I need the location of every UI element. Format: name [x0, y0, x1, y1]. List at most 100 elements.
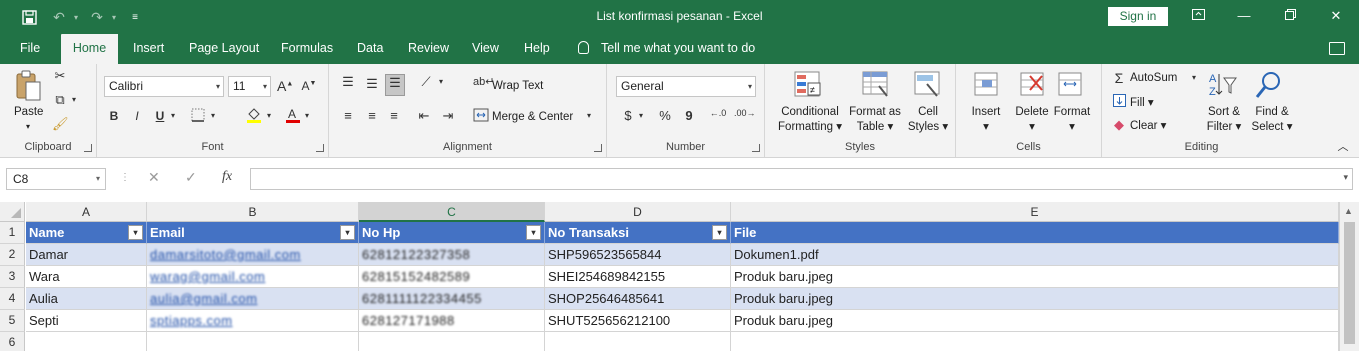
table-header-no-hp[interactable]: No Hp ▾ — [359, 222, 545, 244]
cut-icon[interactable]: ✂ — [52, 68, 68, 84]
tab-page-layout[interactable]: Page Layout — [189, 34, 259, 64]
font-color-dropdown-icon[interactable]: ▾ — [303, 111, 311, 120]
decrease-indent-icon[interactable]: ⇤ — [415, 108, 433, 124]
tab-file[interactable]: File — [20, 34, 40, 64]
top-align-icon[interactable]: ☰ — [339, 74, 357, 90]
middle-align-icon[interactable]: ☰ — [363, 76, 381, 92]
shrink-font-button[interactable]: A▼ — [301, 79, 317, 93]
tab-home[interactable]: Home — [61, 34, 118, 64]
email-link[interactable]: aulia@gmail.com — [147, 288, 359, 310]
name-box[interactable]: C8 ▾ — [6, 168, 106, 190]
filter-dropdown-icon[interactable]: ▾ — [712, 225, 727, 240]
format-cells-button[interactable]: Format ▾ — [1048, 105, 1096, 135]
row-header-5[interactable]: 5 — [0, 310, 25, 332]
sort-filter-button[interactable]: Sort & Filter ▾ — [1198, 105, 1250, 135]
filter-dropdown-icon[interactable]: ▾ — [128, 225, 143, 240]
merge-dropdown-icon[interactable]: ▾ — [585, 111, 593, 120]
format-painter-icon[interactable]: 🖌 — [52, 116, 69, 132]
comments-icon[interactable] — [1329, 42, 1345, 55]
paste-button[interactable]: Paste — [14, 106, 43, 118]
borders-dropdown-icon[interactable]: ▾ — [209, 111, 217, 120]
autosum-dropdown-icon[interactable]: ▾ — [1190, 73, 1198, 82]
tab-insert[interactable]: Insert — [133, 34, 164, 64]
table-cell[interactable] — [147, 332, 359, 351]
scrollbar-thumb[interactable] — [1344, 222, 1355, 344]
underline-dropdown-icon[interactable]: ▾ — [169, 111, 177, 120]
insert-cells-button[interactable]: Insert ▾ — [962, 105, 1010, 135]
table-cell[interactable]: Septi — [26, 310, 147, 332]
find-select-button[interactable]: Find & Select ▾ — [1246, 105, 1298, 135]
table-cell[interactable]: Produk baru.jpeg — [731, 288, 1339, 310]
row-header-3[interactable]: 3 — [0, 266, 25, 288]
tell-me-search[interactable]: Tell me what you want to do — [578, 34, 755, 64]
currency-dropdown-icon[interactable]: ▾ — [637, 111, 645, 120]
insert-function-icon[interactable]: fx — [222, 169, 232, 185]
table-cell[interactable]: Produk baru.jpeg — [731, 310, 1339, 332]
row-header-2[interactable]: 2 — [0, 244, 25, 266]
tab-formulas[interactable]: Formulas — [281, 34, 333, 64]
table-cell[interactable]: SHOP25646485641 — [545, 288, 731, 310]
column-header-b[interactable]: B — [147, 202, 359, 222]
table-cell[interactable]: 62812122327358 — [359, 244, 545, 266]
conditional-formatting-button[interactable]: Conditional Formatting ▾ — [773, 105, 847, 135]
table-cell[interactable] — [545, 332, 731, 351]
restore-icon[interactable] — [1267, 4, 1313, 28]
ribbon-display-options-icon[interactable] — [1175, 4, 1221, 28]
table-cell[interactable] — [26, 332, 147, 351]
tab-help[interactable]: Help — [524, 34, 550, 64]
bold-button[interactable]: B — [107, 109, 121, 123]
collapse-ribbon-icon[interactable]: ︿ — [1336, 138, 1350, 154]
merge-center-button[interactable]: Merge & Center — [492, 111, 573, 123]
table-cell[interactable]: Dokumen1.pdf — [731, 244, 1339, 266]
align-center-icon[interactable]: ≡ — [363, 108, 381, 123]
column-header-a[interactable]: A — [26, 202, 147, 222]
table-cell[interactable] — [731, 332, 1339, 351]
table-cell[interactable]: SHEI254689842155 — [545, 266, 731, 288]
table-cell[interactable]: Damar — [26, 244, 147, 266]
italic-button[interactable]: I — [130, 109, 144, 123]
font-name-select[interactable]: Calibri ▾ — [104, 76, 224, 97]
row-header-6[interactable]: 6 — [0, 332, 25, 351]
decrease-decimal-icon[interactable]: .00→ — [734, 108, 756, 118]
email-link[interactable]: damarsitoto@gmail.com — [147, 244, 359, 266]
wrap-text-button[interactable]: Wrap Text — [492, 80, 543, 92]
table-cell[interactable]: 6281111122334455 — [359, 288, 545, 310]
alignment-launcher-icon[interactable] — [594, 144, 602, 152]
table-cell[interactable]: SHP596523565844 — [545, 244, 731, 266]
formula-input[interactable]: ▾ — [250, 168, 1353, 190]
orientation-dropdown-icon[interactable]: ▾ — [437, 77, 445, 86]
vertical-scrollbar[interactable]: ▲ — [1339, 202, 1359, 351]
font-color-icon[interactable]: A — [284, 106, 302, 127]
close-icon[interactable]: ✕ — [1313, 4, 1359, 28]
enter-icon[interactable]: ✓ — [185, 169, 197, 186]
table-header-email[interactable]: Email ▾ — [147, 222, 359, 244]
email-text[interactable]: damarsitoto@gmail.com — [150, 247, 301, 262]
email-link[interactable]: warag@gmail.com — [147, 266, 359, 288]
number-format-select[interactable]: General ▾ — [616, 76, 756, 97]
column-header-e[interactable]: E — [731, 202, 1339, 222]
column-header-c[interactable]: C — [359, 202, 545, 222]
copy-icon[interactable]: ⧉ — [52, 92, 68, 108]
copy-dropdown-icon[interactable]: ▾ — [70, 95, 78, 104]
orientation-icon[interactable]: ⟋ — [417, 74, 435, 90]
autosum-button[interactable]: AutoSum — [1130, 72, 1177, 84]
cancel-icon[interactable]: ✕ — [148, 169, 160, 186]
number-launcher-icon[interactable] — [752, 144, 760, 152]
minimize-icon[interactable]: — — [1221, 4, 1267, 28]
format-as-table-button[interactable]: Format as Table ▾ — [847, 105, 903, 135]
email-text[interactable]: warag@gmail.com — [150, 269, 265, 284]
table-header-no-transaksi[interactable]: No Transaksi ▾ — [545, 222, 731, 244]
filter-dropdown-icon[interactable]: ▾ — [340, 225, 355, 240]
tab-data[interactable]: Data — [357, 34, 383, 64]
table-cell[interactable] — [359, 332, 545, 351]
increase-decimal-icon[interactable]: ←.0 — [708, 108, 728, 118]
increase-indent-icon[interactable]: ⇥ — [439, 108, 457, 124]
column-header-d[interactable]: D — [545, 202, 731, 222]
align-left-icon[interactable]: ≡ — [339, 108, 357, 123]
font-size-select[interactable]: 11 ▾ — [228, 76, 271, 97]
table-header-name[interactable]: Name ▾ — [26, 222, 147, 244]
clear-button[interactable]: Clear ▾ — [1130, 118, 1166, 132]
table-cell[interactable]: 628127171988 — [359, 310, 545, 332]
fill-color-dropdown-icon[interactable]: ▾ — [265, 111, 273, 120]
row-header-4[interactable]: 4 — [0, 288, 25, 310]
